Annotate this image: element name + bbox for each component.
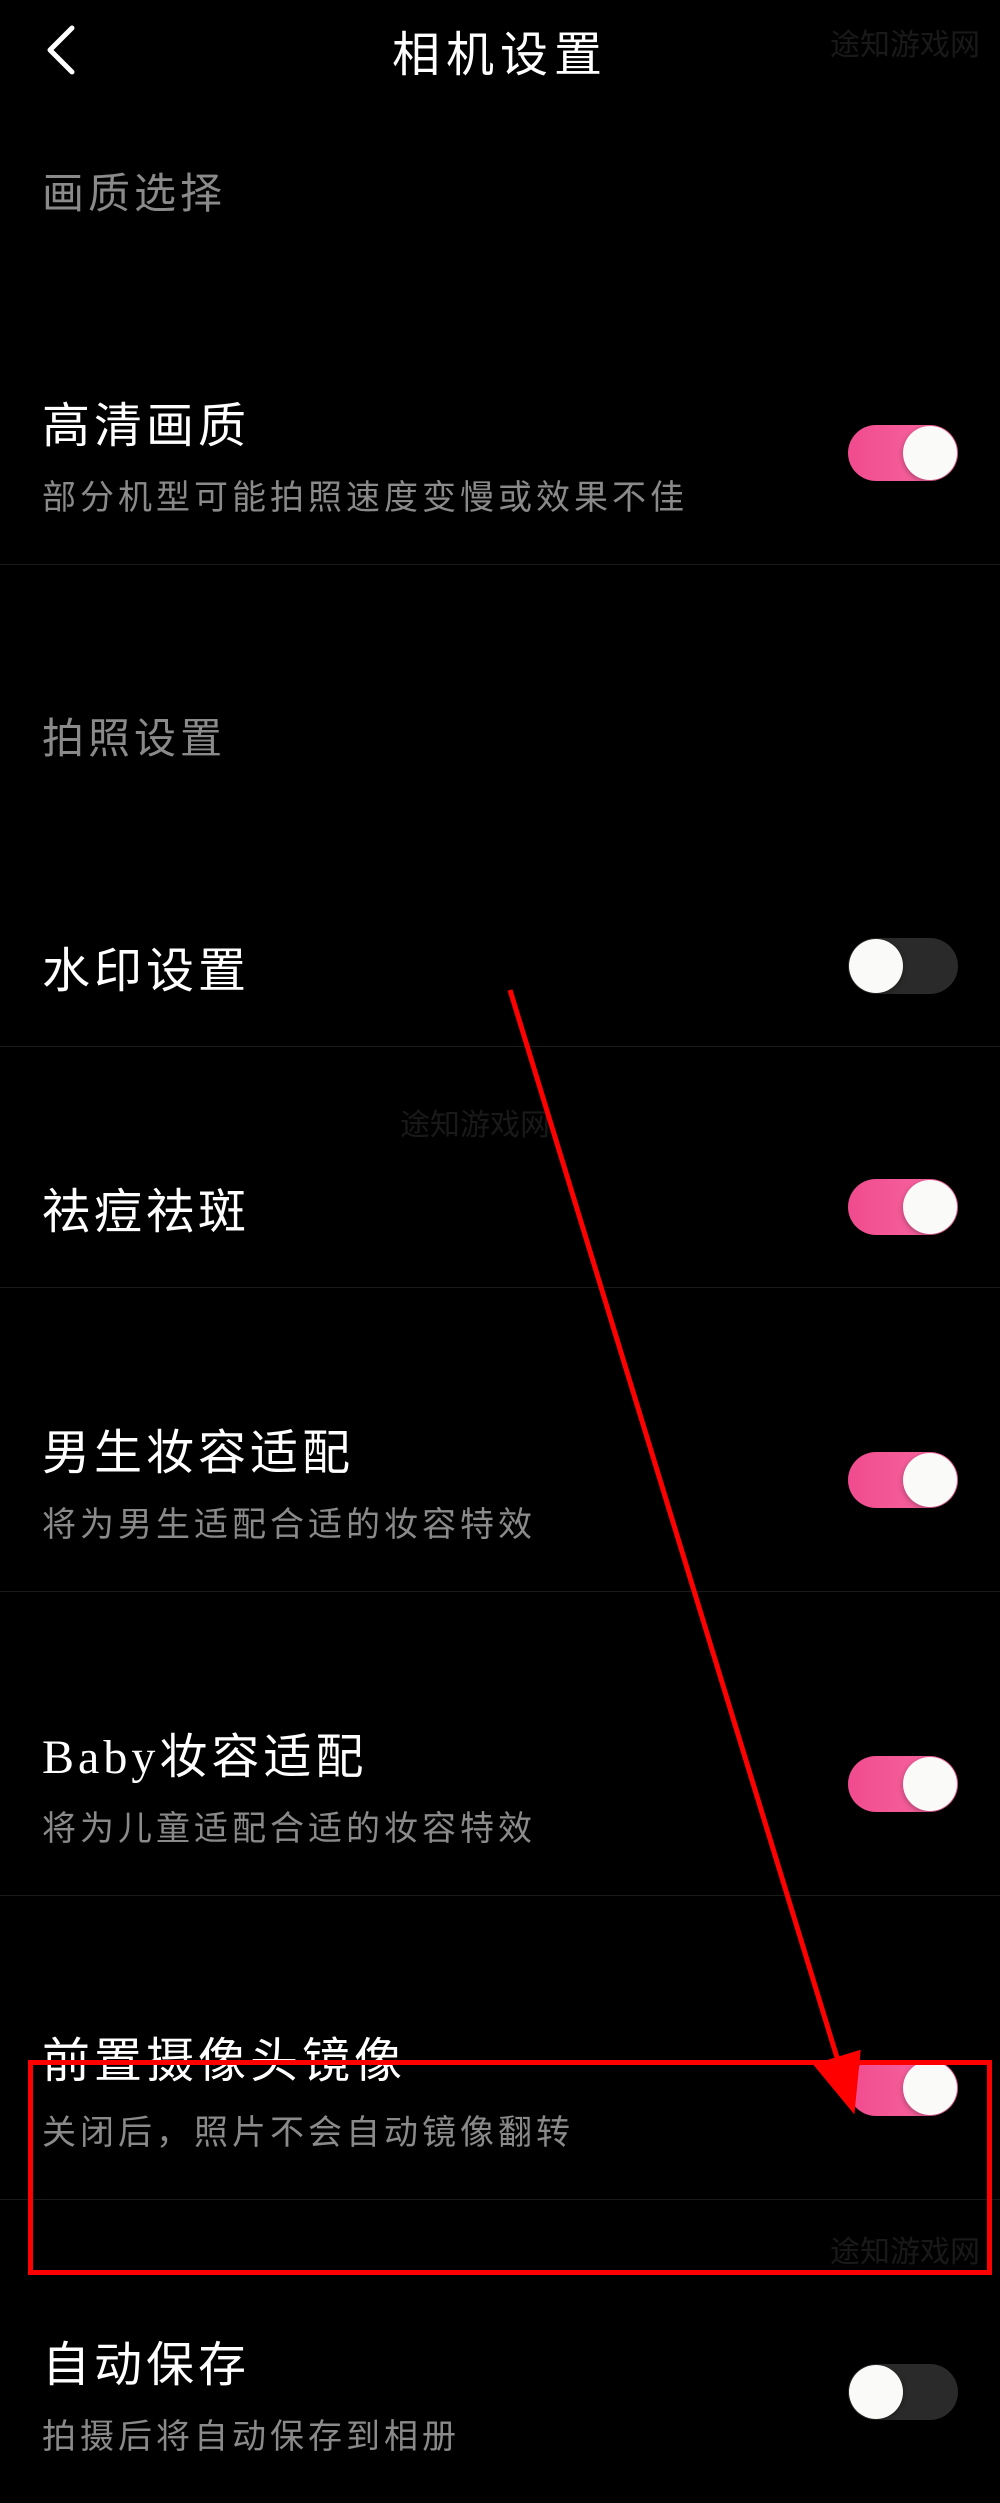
toggle-knob: [849, 939, 903, 993]
toggle-blemish[interactable]: [848, 1179, 958, 1235]
section-quality-header: 画质选择: [0, 100, 1000, 261]
setting-watermark: 水印设置: [0, 886, 1000, 1047]
setting-title: 水印设置: [42, 931, 848, 1001]
setting-title: 高清画质: [42, 386, 848, 456]
setting-desc: 将为儿童适配合适的妆容特效: [42, 1801, 848, 1850]
toggle-knob: [849, 2365, 903, 2419]
toggle-baby-makeup[interactable]: [848, 1756, 958, 1812]
toggle-knob: [903, 426, 957, 480]
back-button[interactable]: [35, 25, 85, 75]
toggle-knob: [903, 1453, 957, 1507]
section-photo-header: 拍照设置: [0, 645, 1000, 806]
setting-baby-makeup: Baby妆容适配 将为儿童适配合适的妆容特效: [0, 1672, 1000, 1896]
toggle-auto-save[interactable]: [848, 2364, 958, 2420]
setting-content: 男生妆容适配 将为男生适配合适的妆容特效: [42, 1413, 848, 1546]
setting-desc: 部分机型可能拍照速度变慢或效果不佳: [42, 470, 848, 519]
setting-title: 祛痘祛斑: [42, 1172, 848, 1242]
setting-title: 自动保存: [42, 2325, 848, 2395]
setting-content: Baby妆容适配 将为儿童适配合适的妆容特效: [42, 1717, 848, 1850]
setting-content: 高清画质 部分机型可能拍照速度变慢或效果不佳: [42, 386, 848, 519]
toggle-knob: [903, 2061, 957, 2115]
setting-front-mirror: 前置摄像头镜像 关闭后，照片不会自动镜像翻转: [0, 1976, 1000, 2200]
toggle-hd-quality[interactable]: [848, 425, 958, 481]
toggle-watermark[interactable]: [848, 938, 958, 994]
toggle-front-mirror[interactable]: [848, 2060, 958, 2116]
setting-content: 前置摄像头镜像 关闭后，照片不会自动镜像翻转: [42, 2021, 848, 2154]
setting-title: 男生妆容适配: [42, 1413, 848, 1483]
setting-content: 祛痘祛斑: [42, 1172, 848, 1242]
back-chevron-icon: [42, 22, 78, 78]
setting-title: Baby妆容适配: [42, 1717, 848, 1787]
setting-hd-quality: 高清画质 部分机型可能拍照速度变慢或效果不佳: [0, 341, 1000, 565]
toggle-male-makeup[interactable]: [848, 1452, 958, 1508]
setting-content: 水印设置: [42, 931, 848, 1001]
setting-auto-save: 自动保存 拍摄后将自动保存到相册: [0, 2280, 1000, 2503]
toggle-knob: [903, 1180, 957, 1234]
page-title: 相机设置: [392, 15, 608, 85]
setting-male-makeup: 男生妆容适配 将为男生适配合适的妆容特效: [0, 1368, 1000, 1592]
setting-content: 自动保存 拍摄后将自动保存到相册: [42, 2325, 848, 2458]
setting-desc: 拍摄后将自动保存到相册: [42, 2409, 848, 2458]
header: 相机设置: [0, 0, 1000, 100]
setting-desc: 关闭后，照片不会自动镜像翻转: [42, 2105, 848, 2154]
setting-title: 前置摄像头镜像: [42, 2021, 848, 2091]
setting-desc: 将为男生适配合适的妆容特效: [42, 1497, 848, 1546]
toggle-knob: [903, 1757, 957, 1811]
setting-blemish: 祛痘祛斑: [0, 1127, 1000, 1288]
